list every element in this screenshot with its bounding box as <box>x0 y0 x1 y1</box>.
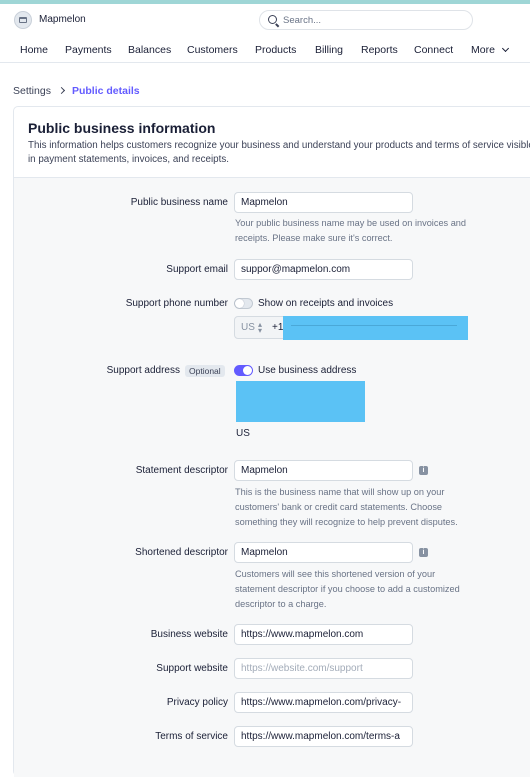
search-icon <box>268 15 277 24</box>
nav-item-more[interactable]: More <box>471 44 509 56</box>
statement-descriptor-help: This is the business name that will show… <box>235 487 458 527</box>
business-website-label: Business website <box>150 629 228 640</box>
nav-more-label: More <box>471 44 495 56</box>
business-name-help: Your public business name may be used on… <box>235 218 467 243</box>
top-bar: Mapmelon Search... <box>0 4 530 36</box>
phone-toggle-label: Show on receipts and invoices <box>258 298 394 309</box>
search-input[interactable]: Search... <box>259 10 473 30</box>
main-nav: Home Payments Balances Customers Product… <box>0 36 530 63</box>
nav-item-home[interactable]: Home <box>20 44 48 56</box>
shortened-descriptor-label: Shortened descriptor <box>135 547 228 558</box>
info-icon[interactable]: i <box>419 466 428 475</box>
info-icon[interactable]: i <box>419 548 428 557</box>
account-name[interactable]: Mapmelon <box>39 14 86 25</box>
address-country: US <box>236 428 250 439</box>
card-header: Public business information This informa… <box>14 107 530 178</box>
phone-dial-code: +1 <box>272 322 284 333</box>
nav-item-reports[interactable]: Reports <box>361 44 398 56</box>
breadcrumb-settings[interactable]: Settings <box>13 85 51 97</box>
card-title: Public business information <box>28 120 216 136</box>
breadcrumb-current: Public details <box>71 85 140 97</box>
business-address-toggle[interactable] <box>234 365 253 376</box>
card-description: This information helps customers recogni… <box>28 140 530 165</box>
privacy-policy-label: Privacy policy <box>166 697 228 708</box>
support-website-input[interactable]: https://website.com/support <box>234 658 413 679</box>
chevron-updown-icon: ▴ ▾ <box>258 320 263 335</box>
nav-item-products[interactable]: Products <box>255 44 296 56</box>
nav-item-billing[interactable]: Billing <box>315 44 343 56</box>
statement-descriptor-input[interactable]: Mapmelon <box>234 460 413 481</box>
shortened-descriptor-input[interactable]: Mapmelon <box>234 542 413 563</box>
terms-of-service-input[interactable]: https://www.mapmelon.com/terms-a <box>234 726 413 747</box>
support-address-label: Support address <box>106 365 180 376</box>
optional-badge: Optional <box>185 365 225 377</box>
support-email-input[interactable]: suppor@mapmelon.com <box>234 259 413 280</box>
chevron-down-icon <box>501 44 509 53</box>
breadcrumb: Settings Public details <box>13 85 140 97</box>
support-website-label: Support website <box>156 663 228 674</box>
support-email-label: Support email <box>166 264 228 275</box>
chevron-right-icon <box>57 86 65 95</box>
privacy-policy-input[interactable]: https://www.mapmelon.com/privacy- <box>234 692 413 713</box>
phone-visibility-toggle[interactable] <box>234 298 253 309</box>
phone-country-select[interactable]: US <box>241 322 255 333</box>
nav-item-balances[interactable]: Balances <box>128 44 171 56</box>
business-website-input[interactable]: https://www.mapmelon.com <box>234 624 413 645</box>
support-phone-label: Support phone number <box>125 298 228 309</box>
statement-descriptor-label: Statement descriptor <box>135 465 228 476</box>
address-toggle-label: Use business address <box>258 365 357 376</box>
business-name-label: Public business name <box>130 197 228 208</box>
business-name-input[interactable]: Mapmelon <box>234 192 413 213</box>
nav-item-connect[interactable]: Connect <box>414 44 453 56</box>
account-logo-icon[interactable] <box>14 11 32 29</box>
redacted-phone-number <box>283 316 468 340</box>
nav-item-payments[interactable]: Payments <box>65 44 112 56</box>
terms-of-service-label: Terms of service <box>155 731 228 742</box>
redacted-address <box>236 381 365 422</box>
shortened-descriptor-help: Customers will see this shortened versio… <box>235 569 460 609</box>
search-placeholder: Search... <box>283 15 322 26</box>
nav-item-customers[interactable]: Customers <box>187 44 238 56</box>
